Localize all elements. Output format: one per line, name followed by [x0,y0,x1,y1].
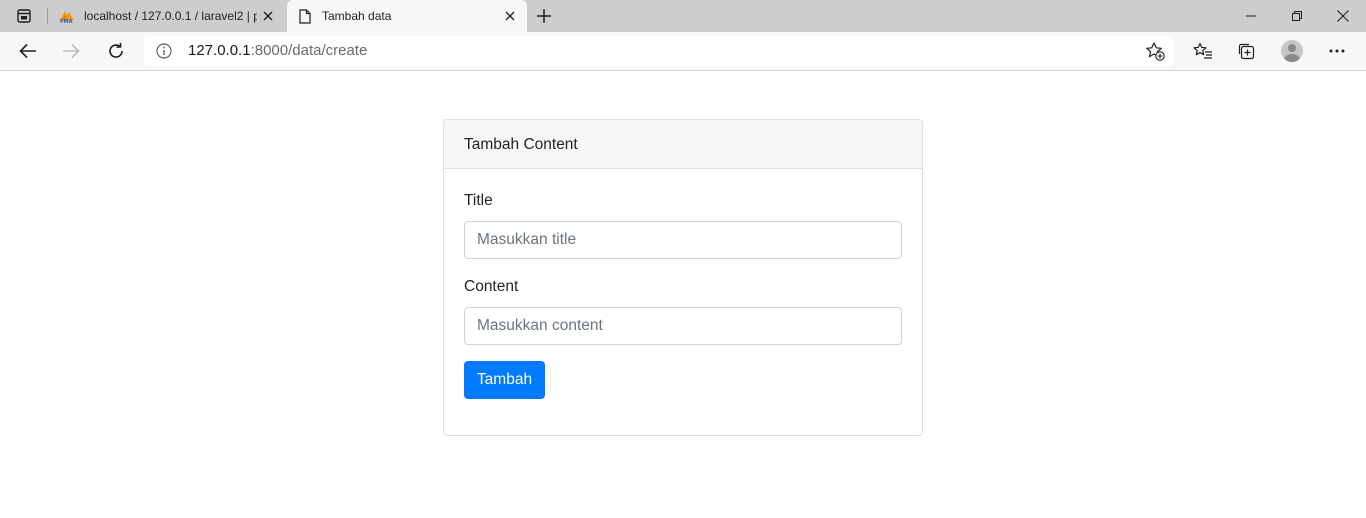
add-favorite-icon[interactable] [1144,40,1166,62]
reload-icon [109,43,123,58]
favorites-icon [1193,42,1212,59]
close-tab-icon[interactable] [257,5,279,27]
card-title: Tambah Content [444,120,922,169]
new-tab-button[interactable] [531,5,557,27]
reload-button[interactable] [100,35,132,67]
more-icon [1329,49,1345,53]
collections-icon [1238,43,1255,60]
browser-toolbar: 127.0.0.1:8000/data/create [0,32,1366,71]
phpmyadmin-icon: PMA [59,8,75,24]
tab-tambah-data[interactable]: Tambah data [287,0,527,32]
close-tab-icon[interactable] [499,5,521,27]
avatar [1281,40,1303,62]
favorites-button[interactable] [1187,35,1219,67]
tab-title: localhost / 127.0.0.1 / laravel2 | phpMy… [84,9,257,23]
restore-button[interactable] [1274,0,1320,32]
close-window-button[interactable] [1320,0,1366,32]
content-input[interactable] [464,307,902,345]
address-bar[interactable]: 127.0.0.1:8000/data/create [144,36,1174,66]
forward-button[interactable] [55,35,87,67]
minimize-icon [1246,15,1256,17]
tambah-button[interactable]: Tambah [464,361,545,399]
restore-icon [1292,11,1302,21]
url-path: :8000/data/create [250,42,368,59]
tab-strip: PMA localhost / 127.0.0.1 / laravel2 | p… [0,0,1366,32]
content-label: Content [464,278,519,295]
title-label: Title [464,192,493,209]
tab-separator [47,8,48,24]
url-host: 127.0.0.1 [188,42,251,59]
page-icon [297,8,313,24]
back-button[interactable] [12,35,44,67]
profile-button[interactable] [1276,35,1308,67]
arrow-left-icon [19,43,36,59]
add-content-card: Tambah Content Title Content Tambah [443,119,923,436]
tab-title: Tambah data [322,9,392,23]
svg-text:PMA: PMA [60,19,73,23]
url-text[interactable]: 127.0.0.1:8000/data/create [188,43,367,59]
title-input[interactable] [464,221,902,259]
tab-actions-icon [17,9,31,23]
plus-icon [537,9,551,23]
minimize-button[interactable] [1228,0,1274,32]
tab-actions-button[interactable] [8,5,40,27]
more-menu-button[interactable] [1321,35,1353,67]
close-icon [1337,10,1349,22]
tab-phpmyadmin[interactable]: PMA localhost / 127.0.0.1 / laravel2 | p… [49,0,285,32]
collections-button[interactable] [1230,35,1262,67]
arrow-right-icon [63,43,80,59]
info-icon[interactable] [156,43,172,59]
